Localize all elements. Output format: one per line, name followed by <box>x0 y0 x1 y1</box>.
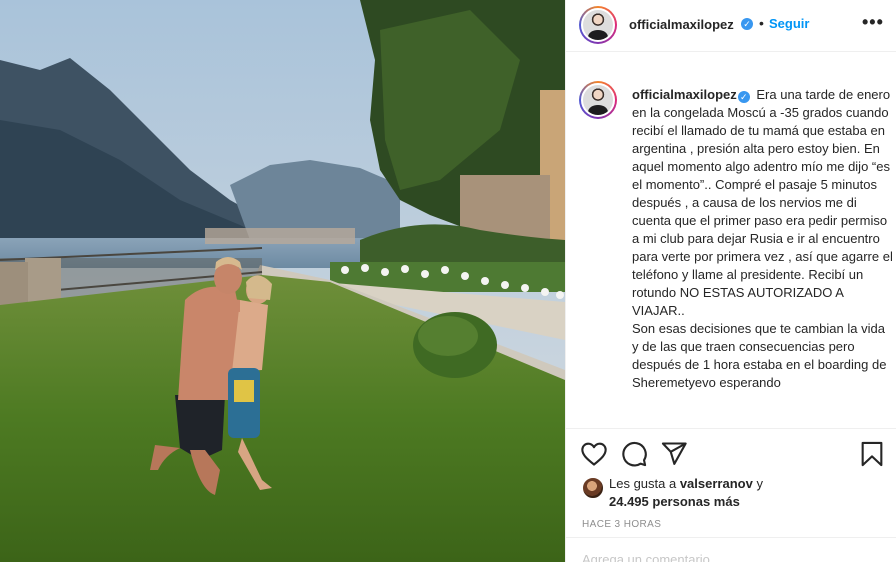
likes-connector: y <box>752 476 763 491</box>
separator-dot: • <box>759 15 764 31</box>
caption-author-avatar[interactable] <box>579 81 617 119</box>
follow-button[interactable]: Seguir <box>769 16 809 31</box>
verified-badge-icon: ✓ <box>741 18 753 30</box>
post-photo[interactable] <box>0 0 565 562</box>
heart-icon <box>581 442 607 466</box>
likes-summary: Les gusta a valserranov y 24.495 personas… <box>582 475 882 511</box>
liker-username[interactable]: valserranov <box>680 476 753 491</box>
post-photo-image <box>0 0 565 562</box>
share-button[interactable] <box>660 440 688 468</box>
likes-prefix: Les gusta a <box>609 476 680 491</box>
post-header: officialmaxilopez ✓ • Seguir ••• <box>566 0 896 52</box>
liker-avatar[interactable] <box>582 477 604 499</box>
likes-text: Les gusta a valserranov y 24.495 personas… <box>609 475 889 511</box>
author-username[interactable]: officialmaxilopez <box>629 17 734 32</box>
post-actions: Les gusta a valserranov y 24.495 personas… <box>566 428 896 562</box>
author-avatar[interactable] <box>579 6 617 44</box>
comment-input[interactable]: Agrega un comentario... <box>566 537 896 562</box>
caption-username[interactable]: officialmaxilopez <box>632 87 737 102</box>
comment-button[interactable] <box>620 440 648 468</box>
more-options-icon[interactable]: ••• <box>862 12 884 33</box>
send-icon <box>661 442 687 465</box>
comment-placeholder: Agrega un comentario... <box>582 552 721 562</box>
likes-count[interactable]: 24.495 personas más <box>609 494 740 509</box>
caption-verified-icon: ✓ <box>737 91 750 103</box>
like-button[interactable] <box>580 440 608 468</box>
post-caption: officialmaxilopez ✓ Era una tarde de ener… <box>632 86 894 392</box>
comment-icon <box>622 441 647 467</box>
bookmark-icon <box>861 441 883 467</box>
post-timestamp[interactable]: HACE 3 HORAS <box>582 519 661 530</box>
post-side-panel: officialmaxilopez ✓ • Seguir ••• officia… <box>565 0 896 562</box>
caption-section: officialmaxilopez ✓ Era una tarde de ener… <box>566 68 896 428</box>
caption-text: Era una tarde de enero en la congelada M… <box>632 87 893 390</box>
save-button[interactable] <box>858 440 886 468</box>
